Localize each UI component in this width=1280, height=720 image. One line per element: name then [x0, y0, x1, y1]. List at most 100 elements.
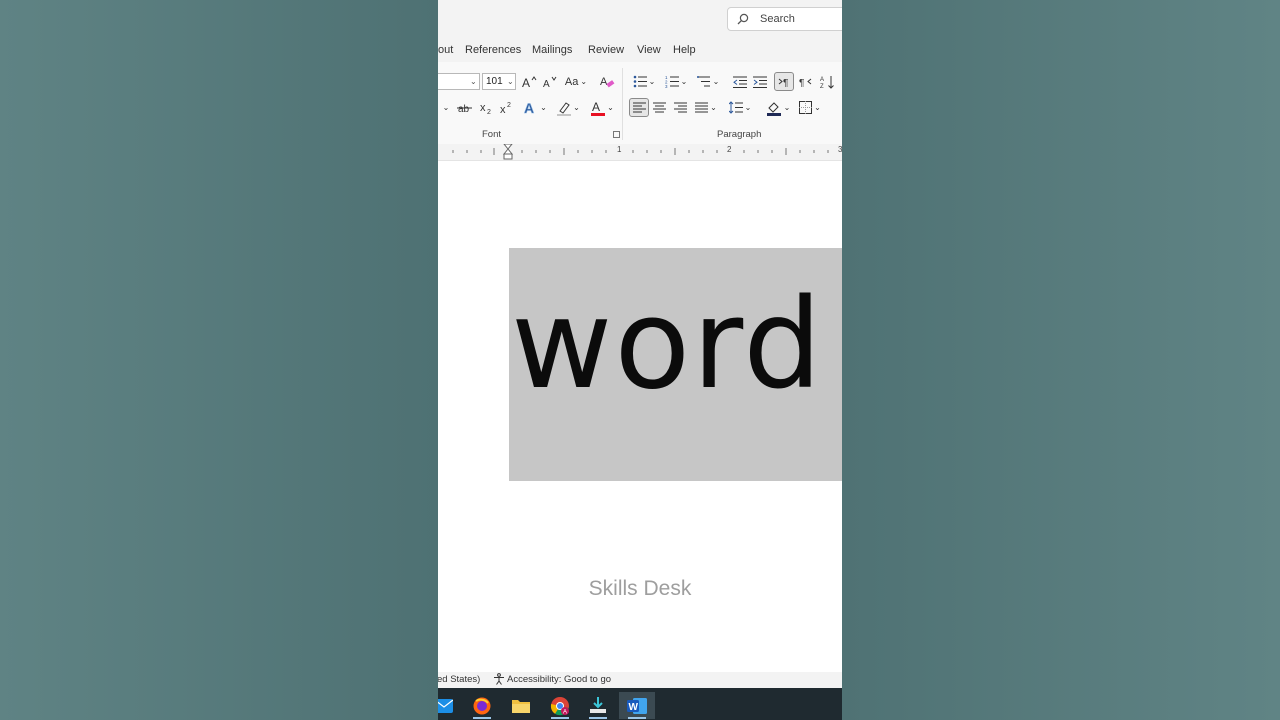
font-name-combo[interactable]: ⌄	[438, 73, 480, 90]
mail-icon	[438, 698, 453, 713]
font-color-icon: A	[591, 100, 606, 116]
underline-dropdown[interactable]: ⌄	[440, 99, 452, 116]
svg-text:3: 3	[665, 84, 668, 88]
svg-text:x: x	[480, 102, 486, 114]
strikethrough-button[interactable]: ab	[456, 99, 474, 116]
desktop-background-right	[842, 0, 1280, 720]
svg-text:A: A	[524, 100, 534, 115]
accessibility-icon	[494, 673, 504, 685]
bullets-button[interactable]: ⌄	[630, 73, 658, 90]
right-to-left-icon: ¶	[799, 78, 811, 87]
word-icon: W	[627, 697, 647, 714]
taskbar-mail[interactable]	[438, 692, 462, 719]
font-dialog-launcher-icon[interactable]	[613, 131, 620, 138]
strikethrough-icon: ab	[457, 104, 472, 115]
multilevel-list-button[interactable]: ⌄	[694, 73, 722, 90]
taskbar-chrome[interactable]: A	[542, 692, 578, 719]
shading-button[interactable]: ⌄	[764, 99, 792, 116]
svg-text:2: 2	[507, 102, 511, 109]
running-indicator	[628, 717, 646, 719]
ruler-mark-1: 1	[617, 145, 622, 154]
svg-text:A: A	[543, 79, 550, 89]
running-indicator	[473, 717, 491, 719]
rtl-direction-button[interactable]: ¶	[796, 73, 814, 90]
svg-text:A: A	[820, 77, 824, 83]
svg-text:x: x	[500, 104, 506, 115]
align-right-button[interactable]	[671, 99, 689, 116]
horizontal-ruler[interactable]: 1 2 3	[438, 144, 842, 161]
chevron-down-icon: ⌄	[607, 103, 614, 112]
search-box[interactable]: Search	[727, 7, 842, 31]
tab-references[interactable]: References	[465, 44, 521, 56]
running-indicator	[589, 717, 607, 719]
increase-indent-icon	[753, 76, 767, 88]
borders-button[interactable]: ⌄	[796, 99, 824, 116]
chevron-down-icon: ⌄	[814, 103, 821, 112]
numbering-button[interactable]: 123 ⌄	[662, 73, 690, 90]
ltr-direction-button[interactable]: ¶	[774, 72, 794, 91]
clear-formatting-icon: A	[600, 76, 615, 88]
chevron-down-icon: ⌄	[573, 103, 580, 112]
increase-indent-button[interactable]	[751, 73, 769, 90]
tab-layout[interactable]: out	[438, 44, 453, 56]
grow-font-icon: A	[522, 76, 537, 89]
search-icon	[737, 13, 749, 25]
status-accessibility[interactable]: Accessibility: Good to go	[507, 674, 611, 685]
font-size-combo[interactable]: 101 ⌄	[482, 73, 516, 90]
tab-help[interactable]: Help	[673, 44, 696, 56]
decrease-indent-icon	[733, 76, 747, 88]
word-window: Search out References Mailings Review Vi…	[438, 0, 842, 720]
align-right-icon	[673, 102, 687, 113]
chrome-icon: A	[550, 696, 569, 715]
align-center-icon	[652, 102, 666, 113]
line-spacing-button[interactable]: ⌄	[726, 99, 754, 116]
chevron-down-icon: ⌄	[442, 103, 450, 112]
svg-text:2: 2	[487, 109, 491, 115]
sort-icon: AZ	[820, 75, 834, 89]
taskbar-installer[interactable]	[580, 692, 616, 719]
align-left-button[interactable]	[629, 98, 649, 117]
chevron-down-icon: ⌄	[680, 77, 688, 86]
status-bar: ed States) Accessibility: Good to go	[438, 672, 842, 688]
justify-icon	[695, 102, 709, 113]
status-language[interactable]: ed States)	[438, 674, 480, 685]
svg-text:A: A	[600, 76, 608, 88]
multilevel-list-icon	[696, 76, 710, 87]
grow-font-button[interactable]: A	[520, 73, 538, 90]
shrink-font-button[interactable]: A	[540, 73, 558, 90]
align-center-button[interactable]	[650, 99, 668, 116]
highlight-color-button[interactable]: ⌄	[554, 99, 582, 116]
change-case-button[interactable]: Aa ⌄	[562, 73, 590, 90]
superscript-button[interactable]: x2	[498, 99, 516, 116]
chevron-down-icon: ⌄	[648, 77, 656, 86]
subscript-button[interactable]: x2	[478, 99, 496, 116]
font-size-value: 101	[486, 76, 503, 87]
ruler-ticks	[452, 144, 829, 160]
sort-button[interactable]: AZ	[818, 73, 836, 90]
shrink-font-icon: A	[543, 76, 557, 89]
font-color-button[interactable]: A ⌄	[588, 99, 616, 116]
taskbar-file-explorer[interactable]	[503, 692, 539, 719]
chevron-down-icon: ⌄	[580, 77, 588, 86]
borders-icon	[799, 101, 813, 114]
clear-formatting-button[interactable]: A	[598, 73, 616, 90]
ruler-mark-2: 2	[727, 145, 732, 154]
font-group-label: Font	[482, 129, 502, 140]
document-text[interactable]: word	[511, 260, 824, 430]
decrease-indent-button[interactable]	[731, 73, 749, 90]
tab-view[interactable]: View	[637, 44, 661, 56]
left-to-right-icon: ¶	[778, 78, 788, 87]
text-effects-icon: A	[524, 100, 535, 115]
desktop-background-left	[0, 0, 438, 720]
subscript-icon: x2	[480, 102, 491, 115]
taskbar-word[interactable]: W	[619, 692, 655, 719]
tab-mailings[interactable]: Mailings	[532, 44, 572, 56]
chevron-down-icon: ⌄	[540, 103, 547, 112]
document-page[interactable]: word Skills Desk	[438, 161, 842, 672]
tab-review[interactable]: Review	[588, 44, 624, 56]
justify-button[interactable]: ⌄	[692, 99, 720, 116]
chevron-down-icon: ⌄	[744, 103, 752, 112]
text-effects-button[interactable]: A ⌄	[522, 99, 548, 116]
search-placeholder: Search	[760, 13, 795, 25]
taskbar-firefox[interactable]	[464, 692, 500, 719]
